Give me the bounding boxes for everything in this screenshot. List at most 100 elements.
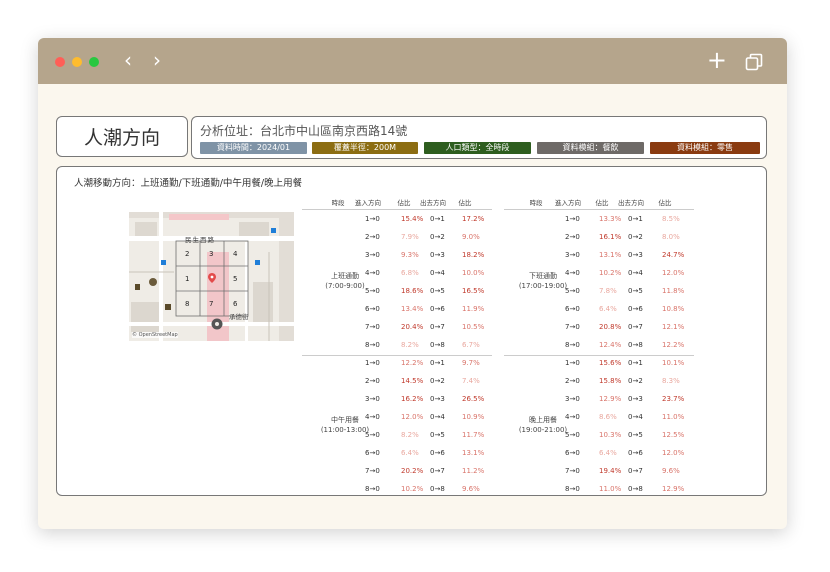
inbound-direction: 8→0 — [365, 485, 380, 493]
outbound-direction: 0→4 — [430, 413, 445, 421]
outbound-share: 12.2% — [662, 341, 685, 349]
inbound-share: 9.3% — [401, 251, 419, 259]
panel-title: 人潮移動方向：上班通勤/下班通勤/中午用餐/晚上用餐 — [74, 178, 303, 189]
grid-cell-label: 2 — [185, 250, 190, 258]
inbound-share: 20.8% — [599, 323, 622, 331]
outbound-direction: 0→8 — [430, 485, 445, 493]
grid-cell-label: 5 — [233, 275, 238, 283]
outbound-direction: 0→6 — [430, 449, 445, 457]
column-header: 時段 — [529, 199, 543, 207]
analysis-info-box: 分析位址：台北市中山區南京西路14號 資料時間：2024/01 覆蓋半徑：200… — [191, 116, 767, 159]
map-attribution[interactable]: © OpenStreetMap — [132, 332, 178, 338]
inbound-direction: 1→0 — [565, 215, 580, 223]
outbound-direction: 0→5 — [430, 431, 445, 439]
header-divider — [504, 209, 694, 210]
inbound-share: 8.6% — [599, 413, 617, 421]
outbound-share: 10.0% — [462, 269, 485, 277]
analysis-address: 分析位址：台北市中山區南京西路14號 — [200, 124, 408, 138]
grid-cell-label: 8 — [185, 300, 190, 308]
inbound-direction: 5→0 — [565, 287, 580, 295]
outbound-direction: 0→4 — [628, 413, 643, 421]
tag-data-period: 資料時間：2024/01 — [200, 142, 307, 154]
close-window-button[interactable] — [55, 57, 65, 67]
outbound-direction: 0→5 — [628, 431, 643, 439]
outbound-share: 12.1% — [662, 323, 685, 331]
inbound-direction: 5→0 — [565, 431, 580, 439]
outbound-direction: 0→3 — [628, 251, 643, 259]
inbound-direction: 1→0 — [365, 215, 380, 223]
inbound-direction: 7→0 — [365, 467, 380, 475]
browser-window: ‹ › + 人潮方向 分析位址：台北市中山區南京西路14號 資料時間：2024/… — [38, 38, 787, 529]
inbound-direction: 2→0 — [565, 233, 580, 241]
inbound-share: 13.1% — [599, 251, 622, 259]
inbound-share: 16.2% — [401, 395, 424, 403]
area-map[interactable]: 民生西路 承德街 2 3 4 1 5 8 7 6 © OpenStreetMap — [129, 212, 294, 341]
inbound-share: 12.4% — [599, 341, 622, 349]
outbound-share: 16.5% — [462, 287, 485, 295]
outbound-direction: 0→8 — [430, 341, 445, 349]
outbound-share: 10.9% — [462, 413, 485, 421]
tag-coverage-radius: 覆蓋半徑：200M — [312, 142, 418, 154]
outbound-share: 6.7% — [462, 341, 480, 349]
outbound-direction: 0→3 — [430, 251, 445, 259]
inbound-share: 14.5% — [401, 377, 424, 385]
inbound-direction: 8→0 — [365, 341, 380, 349]
forward-icon[interactable]: › — [153, 49, 161, 71]
outbound-share: 8.3% — [662, 377, 680, 385]
inbound-direction: 6→0 — [365, 305, 380, 313]
outbound-direction: 0→1 — [430, 215, 445, 223]
outbound-direction: 0→8 — [628, 341, 643, 349]
inbound-direction: 2→0 — [565, 377, 580, 385]
outbound-share: 11.7% — [462, 431, 485, 439]
outbound-direction: 0→7 — [430, 323, 445, 331]
inbound-direction: 4→0 — [565, 269, 580, 277]
inbound-share: 13.4% — [401, 305, 424, 313]
outbound-share: 11.0% — [662, 413, 685, 421]
header-divider — [302, 209, 492, 210]
outbound-share: 8.0% — [662, 233, 680, 241]
tag-population-type: 人口類型：全時段 — [424, 142, 531, 154]
outbound-share: 11.8% — [662, 287, 685, 295]
grid-cell-label: 1 — [185, 275, 190, 283]
inbound-direction: 5→0 — [365, 287, 380, 295]
inbound-share: 15.4% — [401, 215, 424, 223]
inbound-direction: 7→0 — [565, 323, 580, 331]
back-icon[interactable]: ‹ — [124, 49, 132, 71]
inbound-direction: 1→0 — [365, 359, 380, 367]
inbound-share: 12.0% — [401, 413, 424, 421]
outbound-direction: 0→7 — [628, 467, 643, 475]
minimize-window-button[interactable] — [72, 57, 82, 67]
inbound-direction: 4→0 — [365, 413, 380, 421]
outbound-direction: 0→2 — [628, 377, 643, 385]
inbound-direction: 6→0 — [565, 305, 580, 313]
column-header: 佔比 — [458, 199, 472, 207]
outbound-direction: 0→1 — [430, 359, 445, 367]
inbound-share: 18.6% — [401, 287, 424, 295]
outbound-share: 12.5% — [662, 431, 685, 439]
inbound-share: 20.2% — [401, 467, 424, 475]
outbound-share: 13.1% — [462, 449, 485, 457]
inbound-direction: 7→0 — [565, 467, 580, 475]
outbound-share: 12.0% — [662, 269, 685, 277]
inbound-share: 15.6% — [599, 359, 622, 367]
inbound-direction: 8→0 — [565, 485, 580, 493]
new-tab-icon[interactable]: + — [707, 47, 727, 73]
outbound-direction: 0→4 — [430, 269, 445, 277]
maximize-window-button[interactable] — [89, 57, 99, 67]
inbound-direction: 5→0 — [365, 431, 380, 439]
inbound-direction: 3→0 — [565, 251, 580, 259]
tag-module-dining: 資料模組：餐飲 — [537, 142, 644, 154]
inbound-direction: 6→0 — [565, 449, 580, 457]
inbound-share: 8.2% — [401, 431, 419, 439]
inbound-share: 10.3% — [599, 431, 622, 439]
outbound-share: 9.6% — [462, 485, 480, 493]
inbound-share: 6.4% — [401, 449, 419, 457]
inbound-direction: 6→0 — [365, 449, 380, 457]
outbound-direction: 0→1 — [628, 215, 643, 223]
inbound-direction: 1→0 — [565, 359, 580, 367]
column-header: 出去方向 — [420, 199, 446, 207]
outbound-share: 8.5% — [662, 215, 680, 223]
outbound-share: 26.5% — [462, 395, 485, 403]
inbound-share: 10.2% — [401, 485, 424, 493]
tabs-overview-icon[interactable] — [745, 53, 763, 71]
